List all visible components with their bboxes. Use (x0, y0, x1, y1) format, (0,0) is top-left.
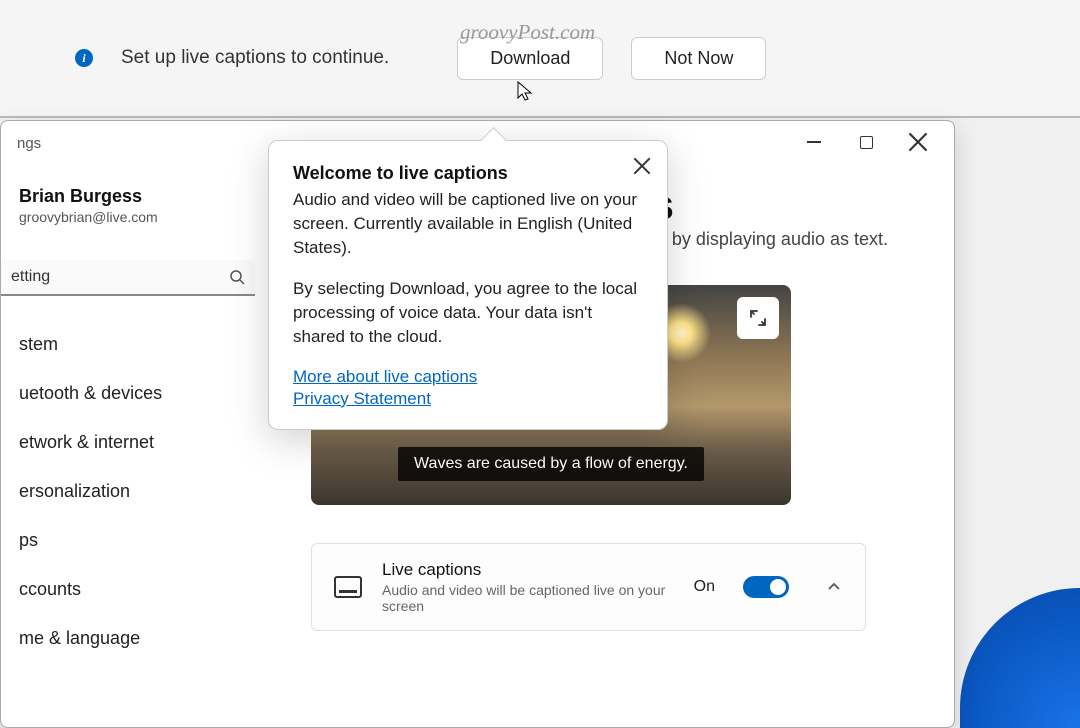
notification-bar: i Set up live captions to continue. Down… (0, 0, 1080, 118)
nav-item-time-language[interactable]: me & language (1, 614, 271, 663)
page-description: nd by displaying audio as text. (647, 229, 888, 249)
maximize-button[interactable] (856, 132, 876, 152)
window-title: ngs (17, 132, 41, 152)
minimize-button[interactable] (804, 132, 824, 152)
search-input[interactable] (1, 260, 255, 296)
nav-item-accounts[interactable]: ccounts (1, 565, 271, 614)
privacy-link[interactable]: Privacy Statement (293, 389, 643, 409)
cursor-icon (516, 80, 536, 104)
expand-button[interactable] (737, 297, 779, 339)
popup-title: Welcome to live captions (293, 163, 643, 184)
nav-item-bluetooth[interactable]: uetooth & devices (1, 369, 271, 418)
chevron-up-icon[interactable] (825, 578, 843, 596)
toggle-state: On (694, 578, 715, 596)
popup-body: Audio and video will be captioned live o… (293, 188, 643, 349)
captions-icon (334, 576, 362, 598)
info-icon: i (75, 49, 93, 67)
popup-close-button[interactable] (633, 157, 651, 175)
search-icon (229, 269, 245, 285)
more-about-link[interactable]: More about live captions (293, 367, 643, 387)
search-field[interactable] (11, 268, 210, 286)
live-captions-toggle[interactable] (743, 576, 789, 598)
welcome-popup: Welcome to live captions Audio and video… (268, 140, 668, 430)
sidebar: Brian Burgess groovybrian@live.com stem … (1, 166, 271, 727)
setting-text: Live captions Audio and video will be ca… (382, 560, 674, 614)
nav-item-apps[interactable]: ps (1, 516, 271, 565)
setting-label: Live captions (382, 560, 674, 580)
live-captions-setting[interactable]: Live captions Audio and video will be ca… (311, 543, 866, 631)
nav-item-network[interactable]: etwork & internet (1, 418, 271, 467)
setting-sublabel: Audio and video will be captioned live o… (382, 582, 674, 614)
background-shape (960, 588, 1080, 728)
popup-links: More about live captions Privacy Stateme… (293, 367, 643, 409)
user-name: Brian Burgess (1, 186, 271, 207)
user-email: groovybrian@live.com (1, 209, 271, 225)
popup-paragraph-2: By selecting Download, you agree to the … (293, 277, 643, 348)
watermark: groovyPost.com (460, 20, 595, 45)
popup-paragraph-1: Audio and video will be captioned live o… (293, 188, 643, 259)
nav-item-system[interactable]: stem (1, 320, 271, 369)
expand-icon (748, 308, 768, 328)
notification-text: Set up live captions to continue. (121, 47, 389, 69)
nav-list: stem uetooth & devices etwork & internet… (1, 320, 271, 663)
close-button[interactable] (908, 132, 928, 152)
not-now-button[interactable]: Not Now (631, 37, 766, 80)
caption-overlay: Waves are caused by a flow of energy. (398, 447, 704, 481)
titlebar-controls (804, 132, 928, 152)
nav-item-personalization[interactable]: ersonalization (1, 467, 271, 516)
